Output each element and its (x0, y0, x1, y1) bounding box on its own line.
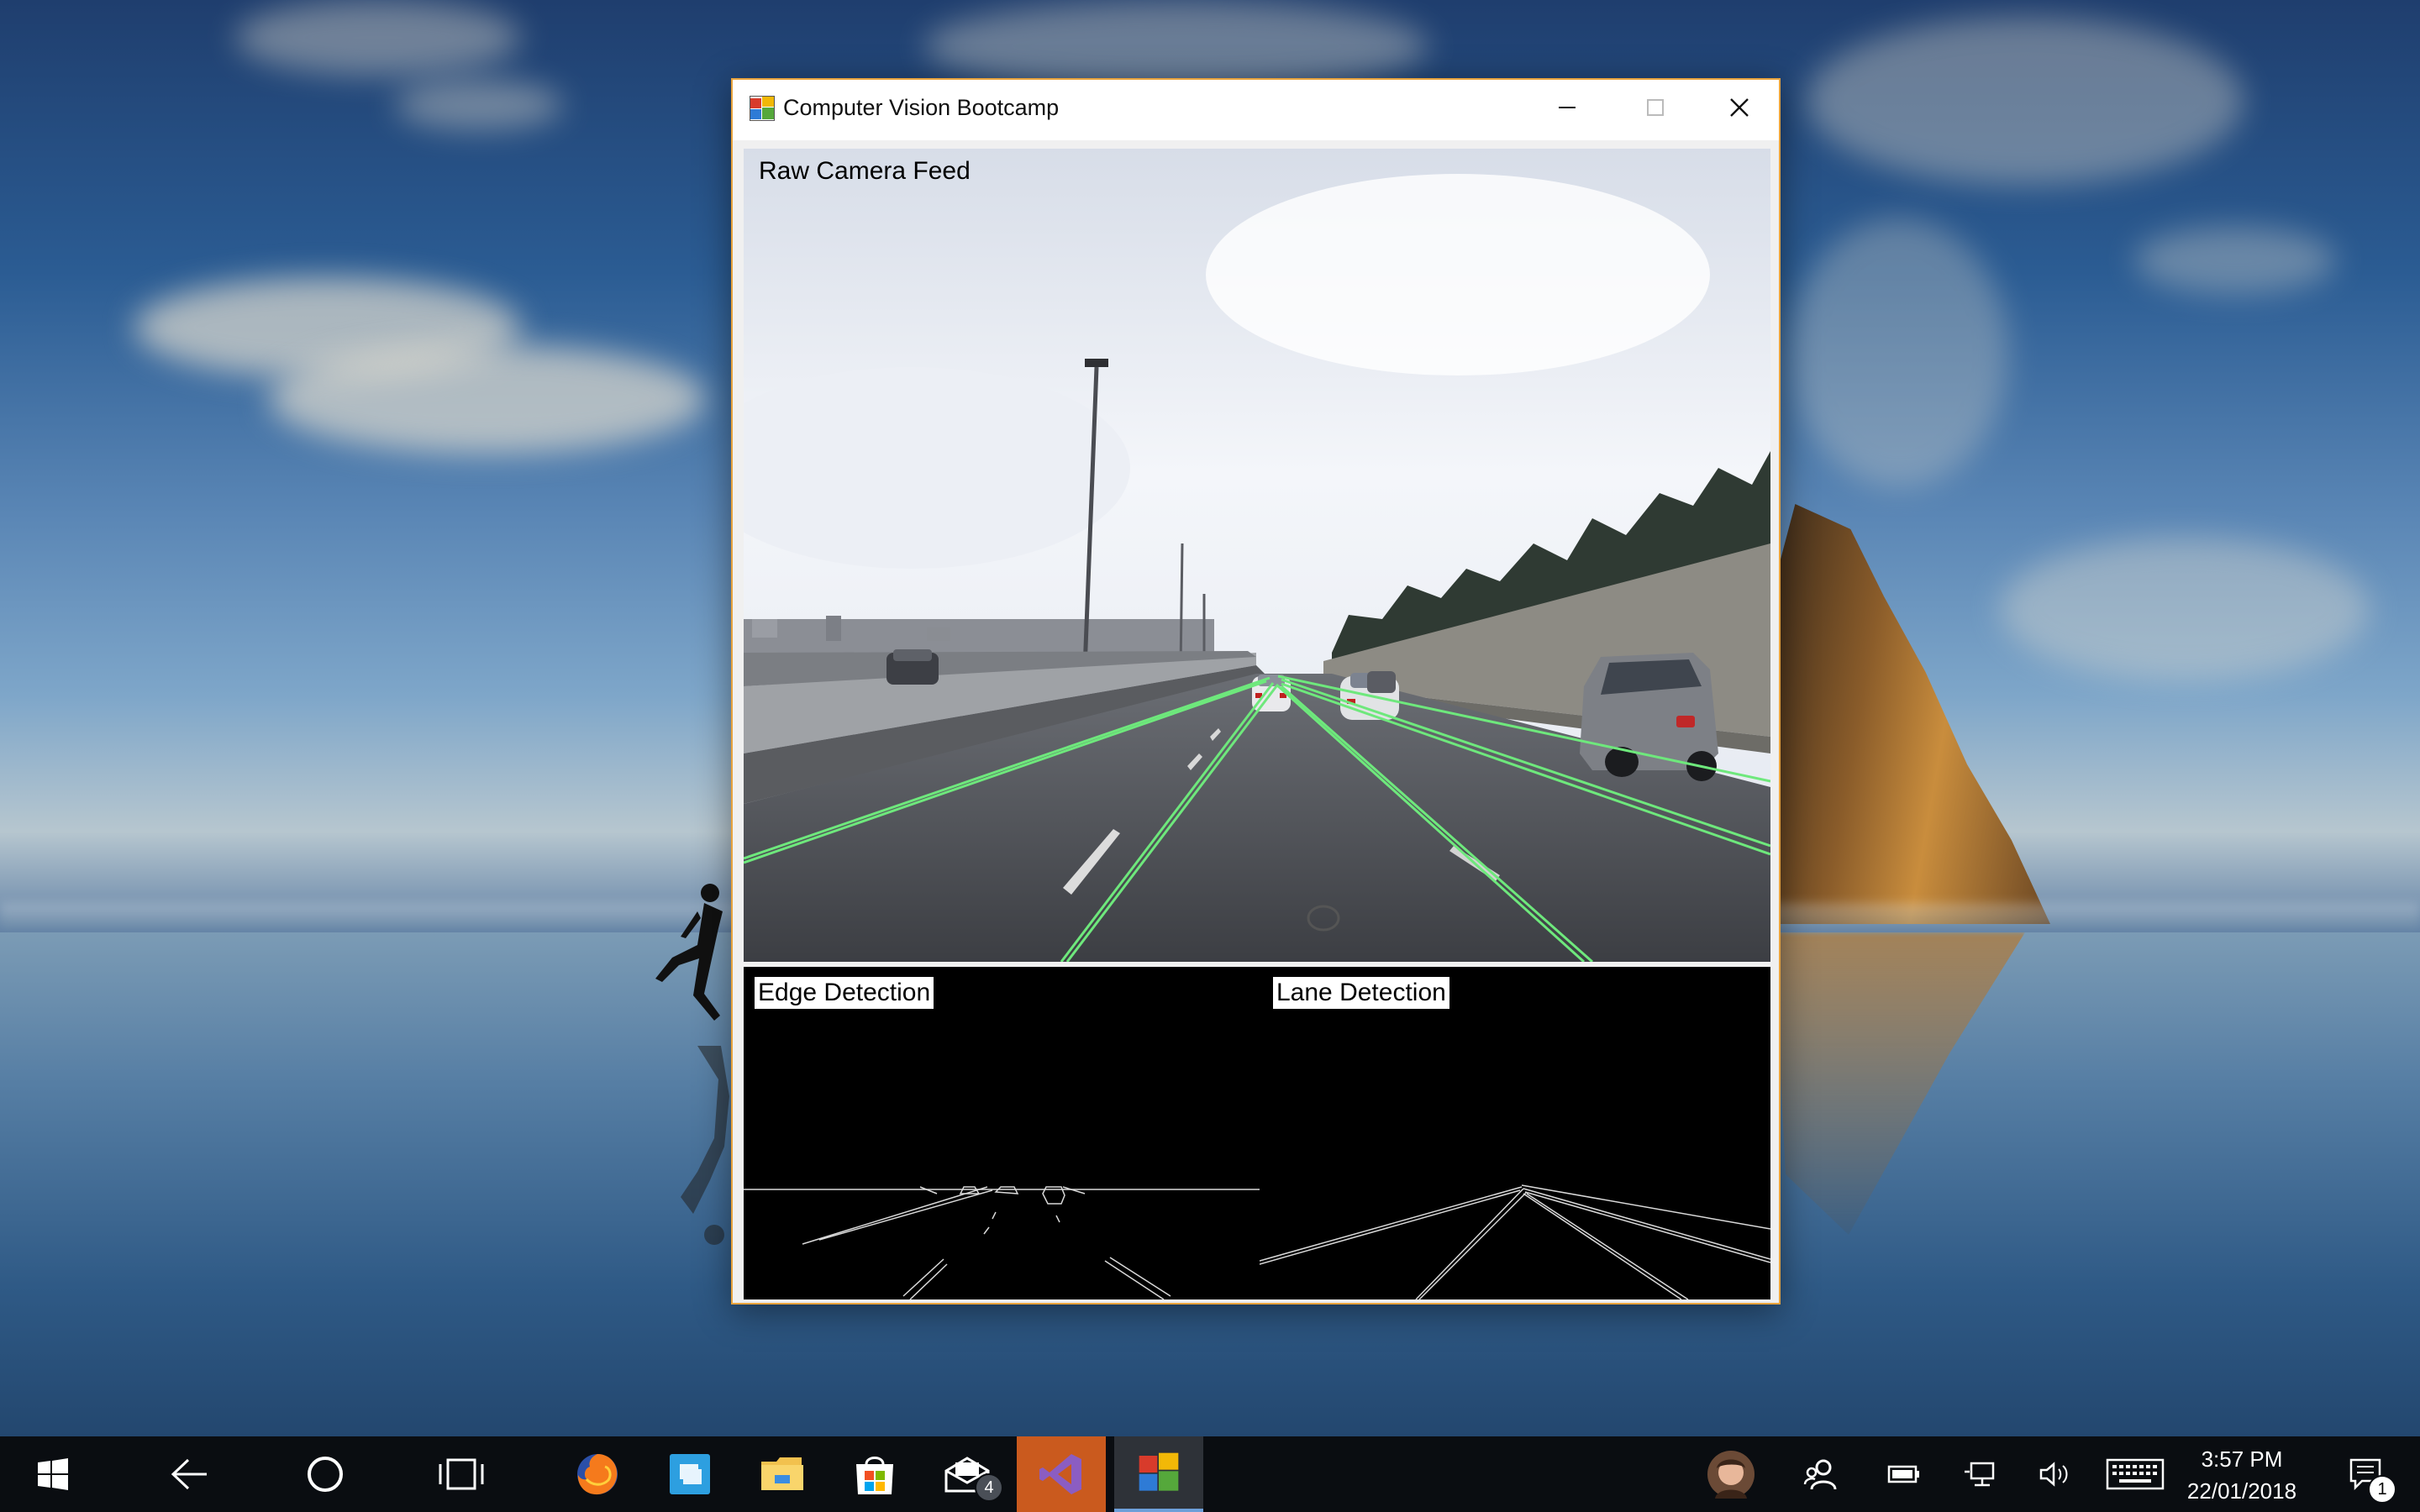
keyboard-icon (2106, 1458, 2165, 1490)
cloud (2000, 538, 2370, 680)
taskbar: 4 3:57 PM 22/01/2018 1 (0, 1436, 2420, 1512)
cortana-circle-icon (308, 1457, 343, 1492)
people-icon (1803, 1459, 1837, 1490)
volume-icon (2039, 1462, 2068, 1487)
raw-camera-feed-panel: Raw Camera Feed (744, 149, 1770, 962)
cv-bootcamp-app[interactable] (1114, 1436, 1203, 1512)
cloud (2134, 227, 2336, 294)
battery-icon (1887, 1465, 1919, 1483)
network-indicator[interactable] (1946, 1436, 2013, 1512)
car (886, 649, 939, 685)
store-icon (856, 1457, 893, 1494)
edge-detection-label: Edge Detection (755, 977, 934, 1009)
app-window-icon (1139, 1452, 1179, 1491)
close-icon (1729, 98, 1749, 117)
maximize-icon (1646, 99, 1664, 116)
edge-detection-panel: Edge Detection (744, 967, 1260, 1299)
task-view-icon (439, 1458, 484, 1490)
sea-stack-rock (1773, 504, 2050, 924)
clock-time: 3:57 PM (2201, 1446, 2283, 1472)
runner-reflection (681, 1046, 729, 1245)
volume-control[interactable] (2022, 1436, 2089, 1512)
maximize-button[interactable] (1611, 80, 1699, 135)
back-arrow-icon (171, 1458, 207, 1490)
window-title: Computer Vision Bootcamp (783, 95, 1060, 120)
close-button[interactable] (1699, 80, 1779, 135)
app-window-icon (750, 96, 775, 121)
minimize-icon (1558, 107, 1576, 108)
files-icon (670, 1454, 710, 1494)
mail-unread-badge: 4 (975, 1473, 1003, 1502)
firefox-icon (577, 1454, 618, 1495)
folder-icon (761, 1457, 803, 1490)
mail-app[interactable]: 4 (931, 1436, 1003, 1512)
cloud (269, 344, 706, 454)
desktop-wallpaper: Computer Vision Bootcamp Raw Camera Feed… (0, 0, 2420, 1512)
network-icon (1965, 1462, 1995, 1487)
start-button[interactable] (17, 1436, 89, 1512)
runner-silhouette (655, 884, 723, 1021)
camera-frame (744, 149, 1770, 962)
car (1580, 653, 1718, 781)
touch-keyboard-button[interactable] (2097, 1436, 2173, 1512)
title-bar[interactable]: Computer Vision Bootcamp (733, 80, 1779, 140)
clock-date: 22/01/2018 (2186, 1478, 2297, 1504)
windows-logo-icon (38, 1458, 68, 1490)
battery-indicator[interactable] (1870, 1436, 1938, 1512)
content-area: Raw Camera Feed Edge Detection Lane Dete… (744, 149, 1770, 1299)
notification-count-badge: 1 (2368, 1475, 2396, 1504)
avatar (1707, 1451, 1754, 1499)
minimize-button[interactable] (1523, 80, 1611, 135)
lane-detection-panel: Lane Detection (1260, 967, 1770, 1299)
people-button[interactable] (1786, 1436, 1854, 1512)
user-avatar[interactable] (1697, 1436, 1765, 1512)
lane-detection-image (1260, 1184, 1770, 1299)
files-app[interactable] (654, 1436, 726, 1512)
cloud (1807, 17, 2244, 185)
store-app[interactable] (839, 1436, 911, 1512)
visual-studio-app[interactable] (1017, 1436, 1106, 1512)
edge-detection-image (744, 1186, 1260, 1299)
lane-detection-label: Lane Detection (1273, 977, 1449, 1009)
back-button[interactable] (153, 1436, 225, 1512)
raw-camera-feed-label: Raw Camera Feed (759, 157, 971, 185)
action-center-button[interactable]: 1 (2328, 1436, 2403, 1512)
cloud (1790, 218, 2008, 487)
task-view-button[interactable] (425, 1436, 497, 1512)
taskbar-clock[interactable]: 3:57 PM 22/01/2018 (2175, 1443, 2309, 1507)
cloud (235, 0, 521, 76)
car (1367, 671, 1396, 693)
app-window[interactable]: Computer Vision Bootcamp Raw Camera Feed… (731, 78, 1781, 1305)
file-explorer-app[interactable] (746, 1436, 818, 1512)
cloud (395, 80, 563, 130)
firefox-app[interactable] (561, 1436, 634, 1512)
cortana-button[interactable] (289, 1436, 361, 1512)
visual-studio-icon (1039, 1454, 1081, 1494)
